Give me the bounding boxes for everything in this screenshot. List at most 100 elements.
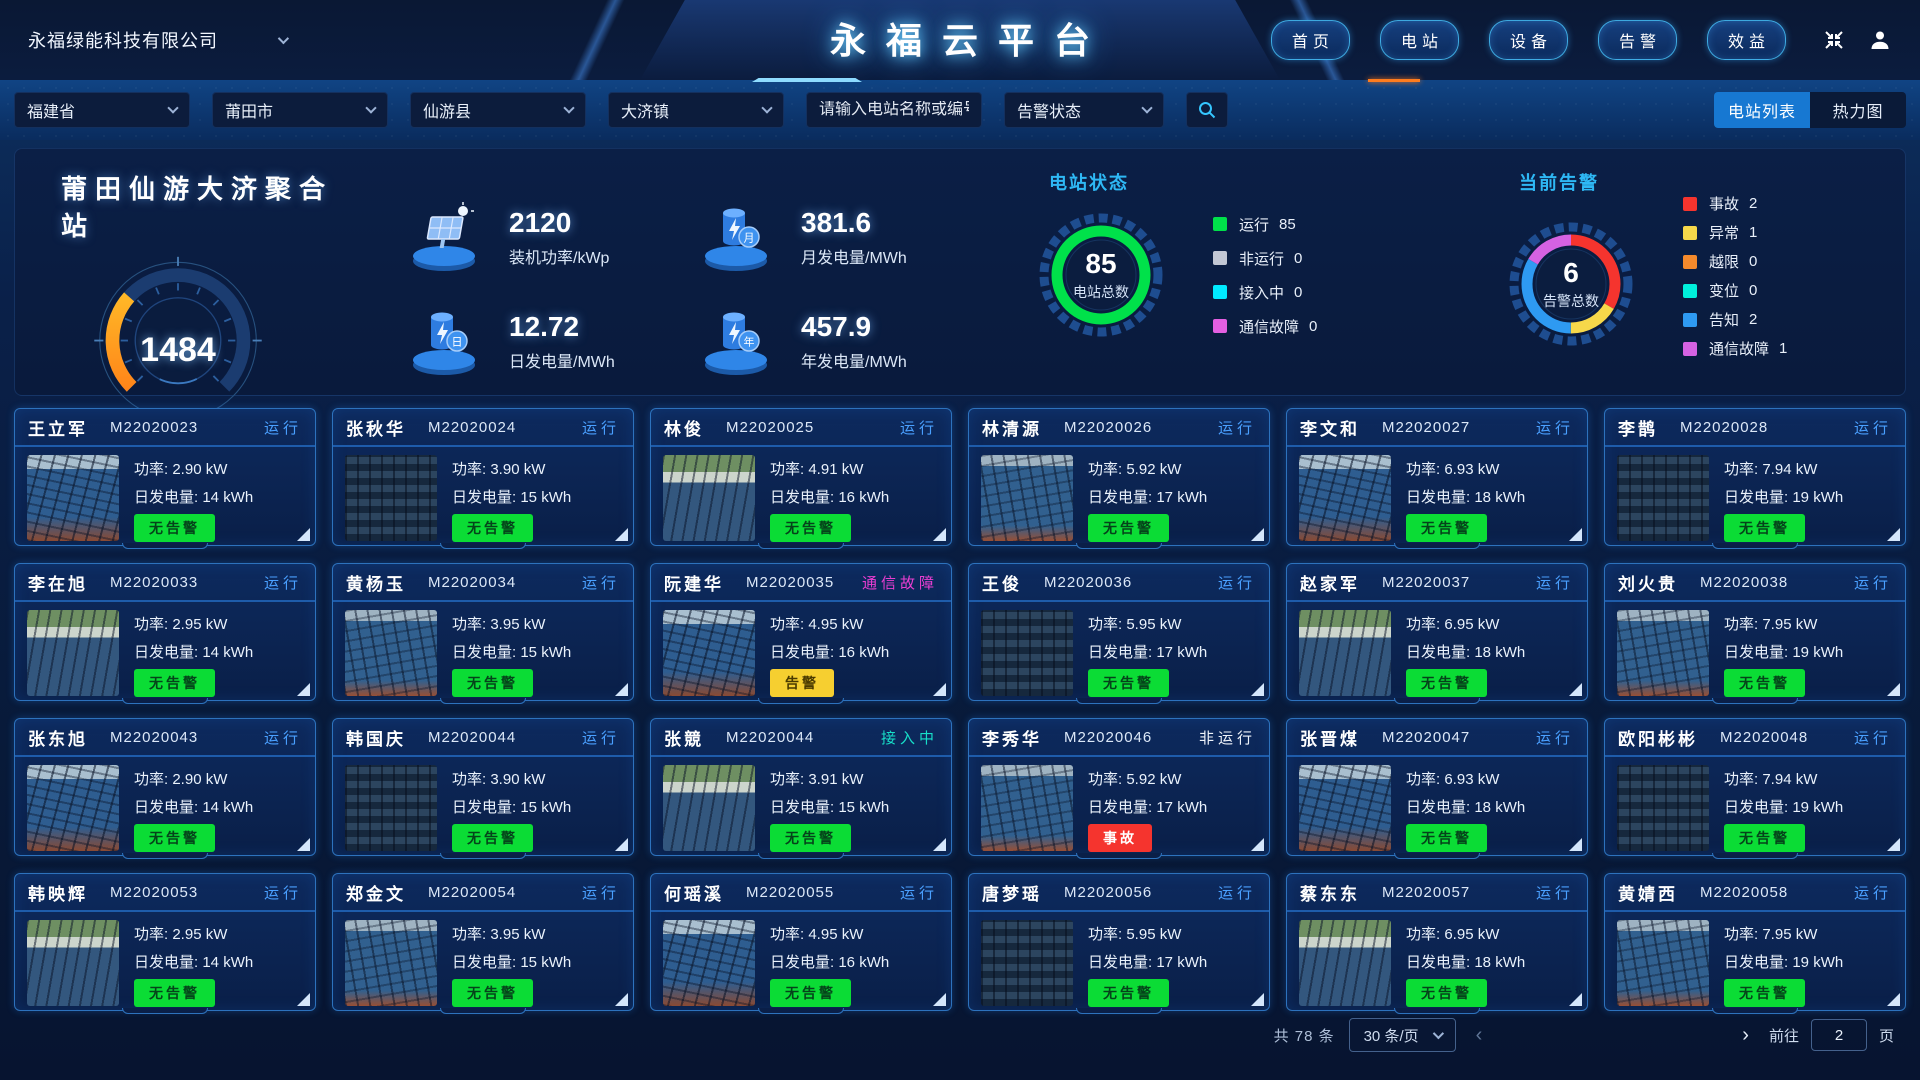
energy-day-icon: 日 xyxy=(401,299,487,383)
station-card[interactable]: 蔡东东 M22020057 运行 功率: 6.95 kW 日发电量: 18 kW… xyxy=(1286,873,1588,1011)
station-card-body: 功率: 3.91 kW 日发电量: 15 kWh 无告警 xyxy=(651,757,951,852)
station-power-value: 2.90 kW xyxy=(172,771,227,788)
page-number[interactable] xyxy=(1534,1031,1562,1039)
station-card[interactable]: 张競 M22020044 接入中 功率: 3.91 kW 日发电量: 15 kW… xyxy=(650,718,952,856)
station-card[interactable]: 韩映辉 M22020053 运行 功率: 2.95 kW 日发电量: 14 kW… xyxy=(14,873,316,1011)
station-card[interactable]: 李文和 M22020027 运行 功率: 6.93 kW 日发电量: 18 kW… xyxy=(1286,408,1588,546)
station-card[interactable]: 郑金文 M22020054 运行 功率: 3.95 kW 日发电量: 15 kW… xyxy=(332,873,634,1011)
page-number[interactable] xyxy=(1598,1031,1626,1039)
view-toggle-heatmap[interactable]: 热力图 xyxy=(1810,92,1906,128)
station-status-block: 电站状态 85 电站总数 运行 85 xyxy=(1011,163,1481,385)
page-number[interactable] xyxy=(1694,1031,1722,1039)
station-daily-line: 日发电量: 14 kWh xyxy=(134,951,253,972)
nav-pill[interactable]: 告警 xyxy=(1598,20,1677,60)
station-card[interactable]: 黄杨玉 M22020034 运行 功率: 3.95 kW 日发电量: 15 kW… xyxy=(332,563,634,701)
page-number[interactable] xyxy=(1662,1031,1690,1039)
station-card-body: 功率: 6.95 kW 日发电量: 18 kWh 无告警 xyxy=(1287,602,1587,697)
chevron-down-icon xyxy=(167,102,178,113)
station-power-value: 7.94 kW xyxy=(1762,461,1817,478)
station-card[interactable]: 张秋华 M22020024 运行 功率: 3.90 kW 日发电量: 15 kW… xyxy=(332,408,634,546)
station-card-grid: 王立军 M22020023 运行 功率: 2.90 kW 日发电量: 14 kW… xyxy=(14,408,1906,1011)
corner-triangle-icon xyxy=(1887,683,1900,696)
nav-pill[interactable]: 效益 xyxy=(1707,20,1786,60)
prev-page-button[interactable]: ‹ xyxy=(1470,1025,1489,1045)
county-select[interactable]: 仙游县 xyxy=(410,92,586,128)
station-card[interactable]: 林清源 M22020026 运行 功率: 5.92 kW 日发电量: 17 kW… xyxy=(968,408,1270,546)
legend-label: 变位 xyxy=(1709,280,1739,301)
city-value: 莆田市 xyxy=(225,98,273,122)
alarm-status-select[interactable]: 告警状态 xyxy=(1004,92,1164,128)
station-daily-line: 日发电量: 17 kWh xyxy=(1088,641,1207,662)
station-card-body: 功率: 7.95 kW 日发电量: 19 kWh 无告警 xyxy=(1605,602,1905,697)
user-icon[interactable] xyxy=(1868,28,1892,52)
station-photo xyxy=(663,455,755,541)
province-select[interactable]: 福建省 xyxy=(14,92,190,128)
county-value: 仙游县 xyxy=(423,98,471,122)
station-card[interactable]: 韩国庆 M22020044 运行 功率: 3.90 kW 日发电量: 15 kW… xyxy=(332,718,634,856)
station-photo xyxy=(1617,455,1709,541)
station-daily-value: 18 kWh xyxy=(1474,644,1525,661)
station-daily-value: 14 kWh xyxy=(202,954,253,971)
current-alarms-block: 当前告警 6 告警总数 事故 2 xyxy=(1481,163,1875,385)
station-card-body: 功率: 6.95 kW 日发电量: 18 kWh 无告警 xyxy=(1287,912,1587,1007)
station-card[interactable]: 黄婧西 M22020058 运行 功率: 7.95 kW 日发电量: 19 kW… xyxy=(1604,873,1906,1011)
station-daily-line: 日发电量: 17 kWh xyxy=(1088,951,1207,972)
station-power-line: 功率: 3.90 kW xyxy=(452,458,571,479)
station-power-value: 7.95 kW xyxy=(1762,616,1817,633)
station-card[interactable]: 李秀华 M22020046 非运行 功率: 5.92 kW 日发电量: 17 k… xyxy=(968,718,1270,856)
station-card-body: 功率: 3.95 kW 日发电量: 15 kWh 无告警 xyxy=(333,912,633,1007)
station-card[interactable]: 王俊 M22020036 运行 功率: 5.95 kW 日发电量: 17 kWh… xyxy=(968,563,1270,701)
station-status-text: 运行 xyxy=(1536,572,1574,593)
collapse-fullscreen-icon[interactable] xyxy=(1822,28,1846,52)
search-button[interactable] xyxy=(1186,92,1228,128)
station-daily-line: 日发电量: 19 kWh xyxy=(1724,641,1843,662)
station-total-value: 85 xyxy=(1085,248,1116,280)
station-card[interactable]: 阮建华 M22020035 通信故障 功率: 4.95 kW 日发电量: 16 … xyxy=(650,563,952,701)
view-toggle-list[interactable]: 电站列表 xyxy=(1714,92,1810,128)
station-owner-name: 林俊 xyxy=(664,415,704,440)
station-card[interactable]: 林俊 M22020025 运行 功率: 4.91 kW 日发电量: 16 kWh… xyxy=(650,408,952,546)
page-number[interactable] xyxy=(1566,1031,1594,1039)
station-card[interactable]: 张东旭 M22020043 运行 功率: 2.90 kW 日发电量: 14 kW… xyxy=(14,718,316,856)
alarm-status-badge: 无告警 xyxy=(452,669,533,697)
nav-pill[interactable]: 电站 xyxy=(1380,20,1459,60)
town-select[interactable]: 大济镇 xyxy=(608,92,784,128)
goto-label: 前往 xyxy=(1769,1025,1799,1046)
station-card[interactable]: 张晋煤 M22020047 运行 功率: 6.93 kW 日发电量: 18 kW… xyxy=(1286,718,1588,856)
station-code: M22020048 xyxy=(1720,729,1808,746)
station-card-body: 功率: 6.93 kW 日发电量: 18 kWh 无告警 xyxy=(1287,757,1587,852)
station-card[interactable]: 李鹊 M22020028 运行 功率: 7.94 kW 日发电量: 19 kWh… xyxy=(1604,408,1906,546)
nav-pill[interactable]: 设备 xyxy=(1489,20,1568,60)
station-daily-value: 18 kWh xyxy=(1474,799,1525,816)
total-count: 共 78 条 xyxy=(1274,1025,1335,1046)
page-number[interactable] xyxy=(1502,1031,1530,1039)
chevron-down-icon xyxy=(563,102,574,113)
goto-page-input[interactable] xyxy=(1811,1019,1867,1051)
station-power-value: 5.95 kW xyxy=(1126,926,1181,943)
station-card-body: 功率: 3.90 kW 日发电量: 15 kWh 无告警 xyxy=(333,447,633,542)
nav-pill[interactable]: 首页 xyxy=(1271,20,1350,60)
page-size-select[interactable]: 30 条/页 xyxy=(1349,1018,1456,1052)
station-code: M22020055 xyxy=(746,884,834,901)
station-power-line: 功率: 3.95 kW xyxy=(452,923,571,944)
station-card[interactable]: 何瑶溪 M22020055 运行 功率: 4.95 kW 日发电量: 16 kW… xyxy=(650,873,952,1011)
station-card-header: 王俊 M22020036 运行 xyxy=(969,564,1269,602)
next-page-button[interactable]: › xyxy=(1736,1025,1755,1045)
company-select[interactable]: 永福绿能科技有限公司 xyxy=(28,27,286,53)
station-power-line: 功率: 7.94 kW xyxy=(1724,768,1843,789)
station-power-line: 功率: 7.94 kW xyxy=(1724,458,1843,479)
station-card[interactable]: 欧阳彬彬 M22020048 运行 功率: 7.94 kW 日发电量: 19 k… xyxy=(1604,718,1906,856)
station-card[interactable]: 唐梦瑶 M22020056 运行 功率: 5.95 kW 日发电量: 17 kW… xyxy=(968,873,1270,1011)
station-card[interactable]: 刘火贵 M22020038 运行 功率: 7.95 kW 日发电量: 19 kW… xyxy=(1604,563,1906,701)
city-select[interactable]: 莆田市 xyxy=(212,92,388,128)
page-number[interactable] xyxy=(1630,1031,1658,1039)
solar-panel-icon xyxy=(401,195,487,279)
station-card[interactable]: 赵家军 M22020037 运行 功率: 6.95 kW 日发电量: 18 kW… xyxy=(1286,563,1588,701)
station-daily-line: 日发电量: 14 kWh xyxy=(134,796,253,817)
chevron-down-icon xyxy=(278,33,289,44)
month-energy-value: 381.6 xyxy=(801,207,907,239)
legend-color-swatch xyxy=(1213,217,1227,231)
station-card[interactable]: 王立军 M22020023 运行 功率: 2.90 kW 日发电量: 14 kW… xyxy=(14,408,316,546)
station-card[interactable]: 李在旭 M22020033 运行 功率: 2.95 kW 日发电量: 14 kW… xyxy=(14,563,316,701)
station-search-input[interactable] xyxy=(819,101,969,119)
